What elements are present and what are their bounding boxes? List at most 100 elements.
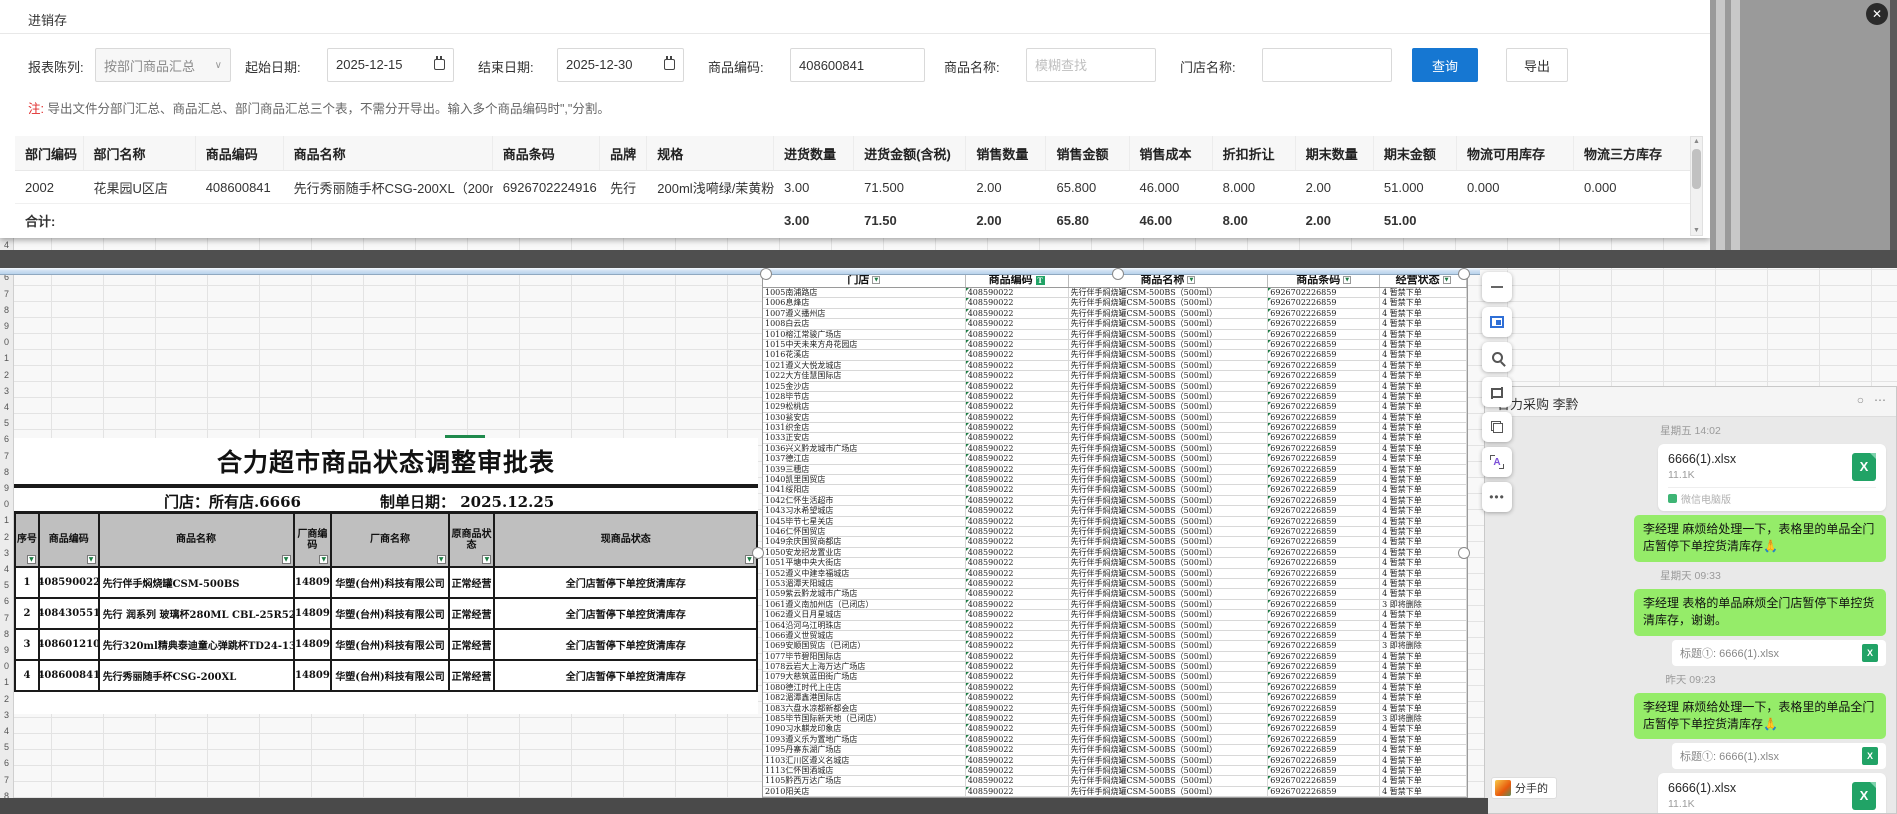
filter-dropdown-icon[interactable]: ▼ (1343, 276, 1351, 284)
row-number[interactable]: 0 (0, 337, 13, 347)
row-number[interactable]: 9 (0, 321, 13, 331)
filter-dropdown-icon[interactable]: ▼ (27, 555, 36, 564)
store-cell: 4 暂禁下单 (1380, 704, 1467, 713)
row-number[interactable]: 2 (0, 370, 13, 380)
pin-button[interactable] (1482, 307, 1512, 337)
row-number[interactable]: 6 (0, 758, 13, 768)
store-cell: 1037德江店 (763, 454, 966, 463)
table-cell: 先行秀丽随手杯CSG-200XL（200ml） (284, 171, 493, 203)
row-number[interactable]: 5 (0, 418, 13, 428)
message-bubble[interactable]: 李经理 麻烦给处理一下，表格里的单品全门店暂停下单控货清库存🙏 (1634, 693, 1886, 740)
selection-handle-mid-left[interactable] (752, 547, 764, 559)
sticker-suggestion[interactable]: 分手的 (1491, 777, 1557, 799)
product-code-input[interactable] (790, 48, 925, 82)
row-number[interactable]: 3 (0, 710, 13, 720)
store-row: 1033正安店408590022先行伴手焖烧罐CSM-500BS（500ml）6… (763, 433, 1467, 443)
row-number[interactable]: 1 (0, 677, 13, 687)
row-number[interactable]: 5 (0, 580, 13, 590)
row-number[interactable]: 4 (0, 402, 13, 412)
row-number[interactable]: 2 (0, 532, 13, 542)
report-type-select[interactable]: 按部门商品汇总 ∨ (95, 48, 231, 82)
approval-row[interactable]: 4408600841先行秀丽随手杯CSG-200XL4148098华塑(台州)科… (16, 661, 756, 692)
close-button[interactable]: ✕ (1866, 3, 1888, 25)
row-number[interactable]: 9 (0, 483, 13, 493)
excel-row-header-strip[interactable]: 45678901234567890123456789012345678 (0, 238, 14, 798)
scroll-down-icon[interactable]: ▼ (1691, 227, 1702, 234)
file-card[interactable]: 6666(1).xlsx11.1KX微信电脑版 (1658, 444, 1886, 511)
row-number[interactable]: 9 (0, 645, 13, 655)
reference-text: 标题①: 6666(1).xlsx (1680, 645, 1779, 661)
selection-handle-mid-right[interactable] (1458, 547, 1470, 559)
filter-active-icon[interactable]: T (1036, 276, 1045, 285)
selection-handle-top-left[interactable] (760, 268, 772, 280)
filter-dropdown-icon[interactable]: ▼ (1187, 276, 1195, 284)
row-number[interactable]: 3 (0, 548, 13, 558)
row-number[interactable]: 4 (0, 240, 13, 250)
wechat-top-icon[interactable]: ○ (1857, 393, 1864, 407)
row-number[interactable]: 1 (0, 515, 13, 525)
calendar-icon[interactable] (664, 59, 675, 70)
filter-dropdown-icon[interactable]: ▼ (872, 276, 880, 284)
file-card[interactable]: 6666(1).xlsx11.1KX微信电脑版 (1658, 773, 1886, 814)
reference-card[interactable]: 标题①: 6666(1).xlsxX (1672, 640, 1886, 666)
zoom-button[interactable] (1482, 342, 1512, 372)
window-glossy-edge (0, 268, 1480, 275)
row-number[interactable]: 6 (0, 596, 13, 606)
filter-dropdown-icon[interactable]: ▼ (437, 555, 446, 564)
message-bubble[interactable]: 李经理 麻烦给处理一下，表格里的单品全门店暂停下单控货清库存🙏 (1634, 515, 1886, 562)
row-number[interactable]: 7 (0, 451, 13, 461)
query-button[interactable]: 查询 (1412, 48, 1478, 82)
reference-card[interactable]: 标题①: 6666(1).xlsxX (1672, 743, 1886, 769)
row-number[interactable]: 5 (0, 742, 13, 752)
store-cell: 先行伴手焖烧罐CSM-500BS（500ml） (1069, 319, 1269, 328)
store-row: 1049余庆国贸商都店408590022先行伴手焖烧罐CSM-500BS（500… (763, 537, 1467, 547)
table-row[interactable]: 2002花果园U区店408600841先行秀丽随手杯CSG-200XL（200m… (15, 171, 1691, 204)
filter-dropdown-icon[interactable]: ▼ (282, 555, 291, 564)
taskbar-edge-band (0, 798, 1488, 814)
row-number[interactable]: 1 (0, 353, 13, 363)
message-bubble[interactable]: 李经理 表格的单品麻烦全门店暂停下单控货清库存，谢谢。 (1634, 589, 1886, 636)
row-number[interactable]: 0 (0, 499, 13, 509)
row-number[interactable]: 7 (0, 289, 13, 299)
row-number[interactable]: 8 (0, 305, 13, 315)
calendar-icon[interactable] (434, 59, 445, 70)
store-name-input[interactable] (1262, 48, 1392, 82)
row-number[interactable]: 7 (0, 775, 13, 785)
row-number[interactable]: 3 (0, 386, 13, 396)
export-button[interactable]: 导出 (1506, 48, 1568, 82)
approval-row[interactable]: 3408601210先行320ml精典泰迪童心弹跳杯TD24-132414809… (16, 630, 756, 661)
selection-handle-top-mid[interactable] (1112, 268, 1124, 280)
approval-column-header: 商品编码▼ (40, 514, 100, 566)
column-header: 销售金额 (1046, 136, 1129, 170)
page-scrollbar[interactable] (1890, 0, 1897, 250)
filter-dropdown-icon[interactable]: ▼ (319, 555, 328, 564)
filter-dropdown-icon[interactable]: ▼ (482, 555, 491, 564)
filter-dropdown-icon[interactable]: ▼ (87, 555, 96, 564)
selection-handle-top-right[interactable] (1458, 268, 1470, 280)
store-cell: 先行伴手焖烧罐CSM-500BS（500ml） (1069, 382, 1269, 391)
wechat-top-icon[interactable]: ⋯ (1874, 393, 1886, 407)
row-number[interactable]: 4 (0, 726, 13, 736)
copy-button[interactable] (1482, 412, 1512, 442)
row-number[interactable]: 8 (0, 629, 13, 639)
store-cell: 6926702226859 (1268, 641, 1380, 650)
crop-button[interactable] (1482, 377, 1512, 407)
store-cell: 408590022 (966, 340, 1069, 349)
more-button[interactable]: ••• (1482, 482, 1512, 512)
row-number[interactable]: 6 (0, 434, 13, 444)
row-number[interactable]: 2 (0, 694, 13, 704)
scrollbar-thumb[interactable] (1692, 149, 1701, 189)
collapse-button[interactable] (1482, 272, 1512, 302)
erp-window: 进销存 报表陈列: 按部门商品汇总 ∨ 起始日期: 2025-12-15 结束日… (0, 0, 1710, 238)
scroll-up-icon[interactable]: ▲ (1691, 138, 1702, 145)
row-number[interactable]: 7 (0, 613, 13, 623)
filter-dropdown-icon[interactable]: ▼ (1443, 276, 1451, 284)
row-number[interactable]: 8 (0, 467, 13, 477)
product-name-input[interactable] (1026, 48, 1156, 82)
approval-row[interactable]: 2408430551先行 润系列 玻璃杯280ML CBL-25R5284148… (16, 599, 756, 630)
row-number[interactable]: 4 (0, 564, 13, 574)
row-number[interactable]: 0 (0, 661, 13, 671)
ocr-button[interactable]: A (1482, 447, 1512, 477)
table-scrollbar[interactable]: ▲ ▼ (1690, 136, 1703, 236)
approval-row[interactable]: 1408590022先行伴手焖烧罐CSM-500BS4148098华塑(台州)科… (16, 568, 756, 599)
